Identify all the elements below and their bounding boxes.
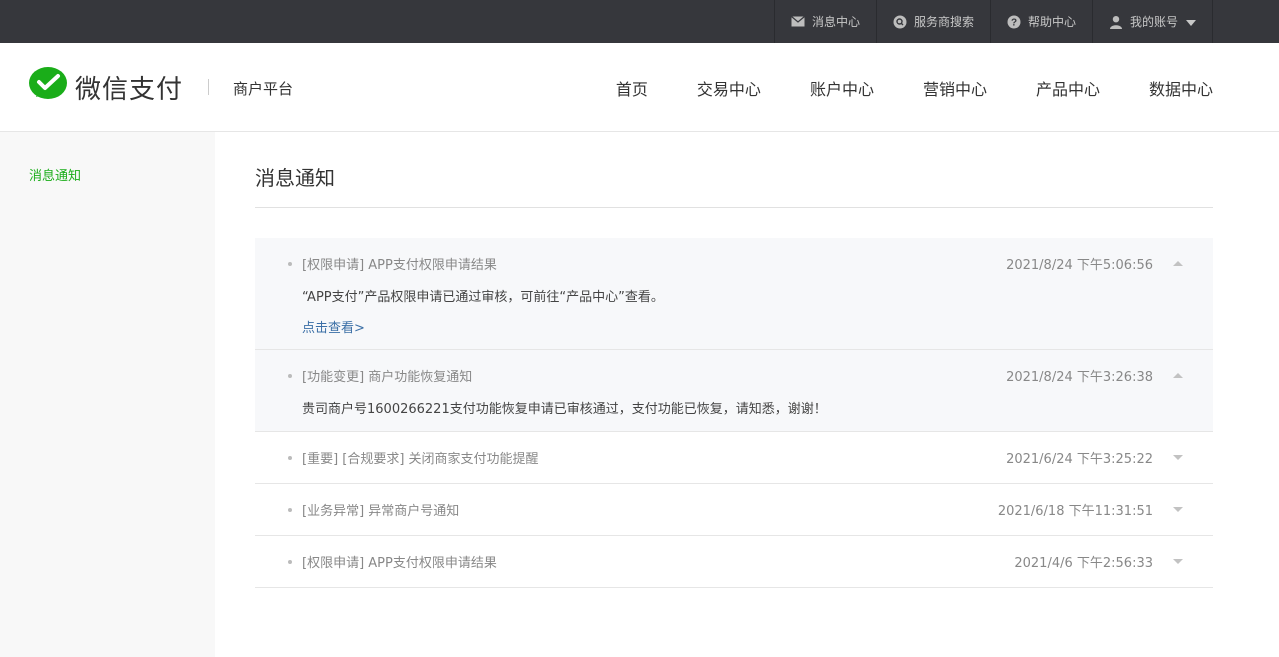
list-item: [功能变更] 商户功能恢复通知 2021/8/24 下午3:26:38 贵司商户… — [255, 350, 1213, 432]
topbar-account-label: 我的账号 — [1129, 15, 1178, 29]
message-header[interactable]: [权限申请] APP支付权限申请结果 2021/8/24 下午5:06:56 — [255, 238, 1213, 288]
chevron-up-icon[interactable] — [1173, 372, 1183, 378]
topbar-message-center[interactable]: 消息中心 — [773, 0, 876, 43]
chevron-down-icon — [1186, 19, 1196, 26]
message-header[interactable]: [权限申请] APP支付权限申请结果 2021/4/6 下午2:56:33 — [255, 536, 1213, 587]
message-title: [功能变更] 商户功能恢复通知 — [302, 369, 473, 385]
mail-icon — [791, 15, 805, 29]
nav-marketing-center[interactable]: 营销中心 — [923, 76, 987, 100]
message-time: 2021/6/24 下午3:25:22 — [1006, 452, 1153, 467]
platform-title: 商户平台 — [233, 80, 294, 98]
bullet-dot — [288, 456, 292, 460]
message-time: 2021/8/24 下午5:06:56 — [1006, 257, 1153, 273]
topbar-help-label: 帮助中心 — [1027, 15, 1076, 29]
topbar-help-center[interactable]: ? 帮助中心 — [989, 0, 1092, 43]
sidebar-item-notifications[interactable]: 消息通知 — [29, 165, 215, 184]
topbar-message-label: 消息中心 — [811, 15, 860, 29]
topbar-search-label: 服务商搜索 — [913, 15, 974, 29]
header-divider — [208, 79, 210, 95]
nav-home[interactable]: 首页 — [616, 76, 648, 100]
topbar-provider-search[interactable]: 服务商搜索 — [875, 0, 990, 43]
message-list: [权限申请] APP支付权限申请结果 2021/8/24 下午5:06:56 “… — [255, 238, 1213, 588]
bullet-dot — [288, 508, 292, 512]
page-title: 消息通知 — [255, 161, 1213, 208]
bullet-dot — [288, 262, 292, 266]
message-title: [权限申请] APP支付权限申请结果 — [302, 556, 497, 571]
main-nav: 首页 交易中心 账户中心 营销中心 产品中心 数据中心 — [567, 43, 1213, 132]
bullet-dot — [288, 374, 292, 378]
svg-text:?: ? — [1011, 17, 1017, 28]
list-item: [权限申请] APP支付权限申请结果 2021/8/24 下午5:06:56 “… — [255, 238, 1213, 350]
user-icon — [1109, 15, 1123, 29]
topbar-my-account[interactable]: 我的账号 — [1091, 0, 1213, 43]
message-body: “APP支付”产品权限申请已通过审核，可前往“产品中心”查看。 点击查看> — [255, 288, 1213, 349]
message-title: [权限申请] APP支付权限申请结果 — [302, 257, 497, 273]
chevron-down-icon[interactable] — [1173, 455, 1183, 460]
list-item: [业务异常] 异常商户号通知 2021/6/18 下午11:31:51 — [255, 484, 1213, 536]
nav-data-center[interactable]: 数据中心 — [1149, 76, 1213, 100]
nav-account-center[interactable]: 账户中心 — [810, 76, 874, 100]
message-content: “APP支付”产品权限申请已通过审核，可前往“产品中心”查看。 — [302, 290, 664, 305]
header: 微信支付 商户平台 首页 交易中心 账户中心 营销中心 产品中心 数据中心 — [0, 43, 1279, 132]
message-header[interactable]: [重要] [合规要求] 关闭商家支付功能提醒 2021/6/24 下午3:25:… — [255, 432, 1213, 483]
list-item: [重要] [合规要求] 关闭商家支付功能提醒 2021/6/24 下午3:25:… — [255, 432, 1213, 484]
top-bar: 消息中心 服务商搜索 ? 帮助中心 我的账号 — [0, 0, 1279, 43]
nav-transaction-center[interactable]: 交易中心 — [697, 76, 761, 100]
message-header[interactable]: [功能变更] 商户功能恢复通知 2021/8/24 下午3:26:38 — [255, 350, 1213, 400]
message-time: 2021/4/6 下午2:56:33 — [1014, 556, 1153, 571]
help-icon: ? — [1007, 15, 1021, 29]
message-time: 2021/8/24 下午3:26:38 — [1006, 369, 1153, 385]
message-body: 贵司商户号1600266221支付功能恢复申请已审核通过，支付功能已恢复，请知悉… — [255, 400, 1213, 431]
main-area: 消息通知 消息通知 [权限申请] APP支付权限申请结果 2021/8/24 下… — [0, 132, 1279, 657]
search-icon — [893, 15, 907, 29]
wechat-pay-logo[interactable]: 微信支付 — [29, 67, 183, 107]
content: 消息通知 [权限申请] APP支付权限申请结果 2021/8/24 下午5:06… — [215, 132, 1279, 657]
message-time: 2021/6/18 下午11:31:51 — [997, 504, 1153, 519]
message-title: [业务异常] 异常商户号通知 — [302, 504, 460, 519]
sidebar: 消息通知 — [0, 132, 215, 657]
wechat-pay-logo-icon — [29, 67, 67, 107]
view-details-link[interactable]: 点击查看> — [302, 317, 365, 336]
bullet-dot — [288, 560, 292, 564]
chevron-up-icon[interactable] — [1173, 260, 1183, 266]
chevron-down-icon[interactable] — [1173, 507, 1183, 512]
logo-text: 微信支付 — [75, 74, 184, 105]
nav-product-center[interactable]: 产品中心 — [1036, 76, 1100, 100]
message-header[interactable]: [业务异常] 异常商户号通知 2021/6/18 下午11:31:51 — [255, 484, 1213, 535]
message-title: [重要] [合规要求] 关闭商家支付功能提醒 — [302, 452, 539, 467]
message-content: 贵司商户号1600266221支付功能恢复申请已审核通过，支付功能已恢复，请知悉… — [302, 402, 827, 417]
chevron-down-icon[interactable] — [1173, 559, 1183, 564]
list-item: [权限申请] APP支付权限申请结果 2021/4/6 下午2:56:33 — [255, 536, 1213, 588]
